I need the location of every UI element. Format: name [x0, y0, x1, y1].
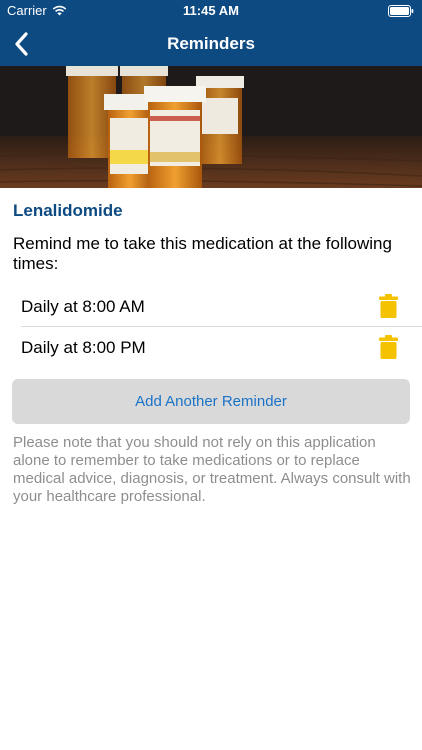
medication-name: Lenalidomide — [13, 201, 123, 220]
disclaimer-text: Please note that you should not rely on … — [13, 434, 411, 505]
reminder-prompt: Remind me to take this medication at the… — [13, 234, 392, 273]
nav-bar: Reminders — [0, 22, 422, 66]
status-time: 11:45 AM — [183, 3, 239, 18]
trash-icon[interactable] — [379, 294, 398, 318]
reminder-time-label: Daily at 8:00 AM — [21, 297, 145, 316]
status-bar: Carrier 11:45 AM — [0, 0, 422, 22]
reminder-row[interactable]: Daily at 8:00 AM — [21, 286, 422, 327]
page-title: Reminders — [167, 34, 255, 53]
trash-icon[interactable] — [379, 335, 398, 359]
add-reminder-button[interactable]: Add Another Reminder — [12, 379, 410, 424]
reminder-time-label: Daily at 8:00 PM — [21, 338, 146, 357]
battery-icon — [388, 5, 414, 17]
medication-bottles-image — [0, 66, 422, 188]
reminder-row[interactable]: Daily at 8:00 PM — [21, 327, 422, 368]
